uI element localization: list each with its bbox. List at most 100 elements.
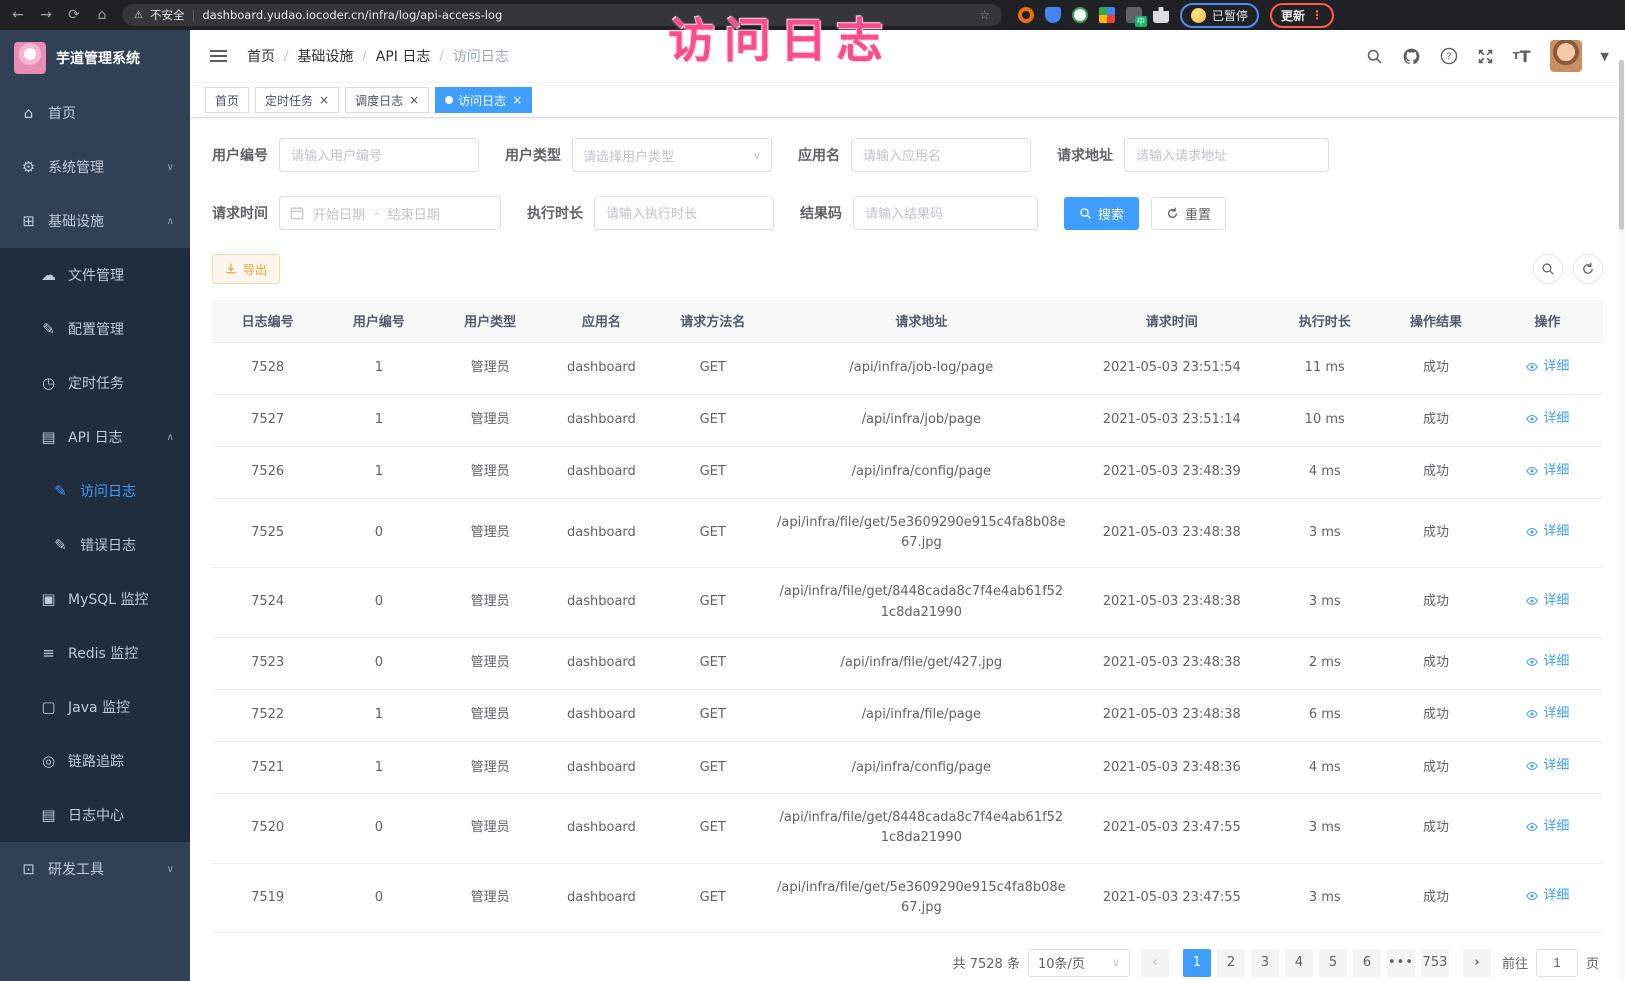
extension-green-icon[interactable] xyxy=(1072,7,1088,23)
font-size-icon[interactable]: TT xyxy=(1513,47,1531,66)
app-name-input[interactable] xyxy=(851,138,1031,172)
sidebar-item-access-log[interactable]: ✎访问日志 xyxy=(0,464,190,518)
sidebar-item-link-trace[interactable]: ◎链路追踪 xyxy=(0,734,190,788)
cell-user_type: 管理员 xyxy=(435,342,546,394)
tab-访问日志[interactable]: 访问日志× xyxy=(435,87,532,113)
detail-label: 详细 xyxy=(1543,409,1569,429)
breadcrumb-separator: / xyxy=(284,49,288,64)
pager-page-5[interactable]: 5 xyxy=(1319,949,1347,977)
extension-orange-icon[interactable] xyxy=(1018,7,1034,23)
toggle-search-button[interactable] xyxy=(1533,254,1563,284)
pager-page-753[interactable]: 753 xyxy=(1421,949,1449,977)
sidebar-item-mysql-monitor[interactable]: ▣MySQL 监控 xyxy=(0,572,190,626)
detail-link[interactable]: 详细 xyxy=(1525,591,1569,611)
tab-首页[interactable]: 首页 xyxy=(205,87,249,113)
not-secure-label: 不安全 xyxy=(150,7,185,23)
log-center-icon: ▤ xyxy=(40,806,57,824)
update-label: 更新 xyxy=(1281,7,1305,24)
sidebar-logo: 芋道管理系统 xyxy=(0,30,190,86)
sidebar-item-label: 研发工具 xyxy=(48,859,104,879)
browser-home-icon[interactable]: ⌂ xyxy=(94,7,110,23)
search-icon[interactable] xyxy=(1366,48,1383,65)
detail-link[interactable]: 详细 xyxy=(1525,886,1569,906)
hamburger-icon[interactable] xyxy=(206,46,231,66)
search-icon xyxy=(1541,262,1555,276)
sidebar-item-java-monitor[interactable]: ▢Java 监控 xyxy=(0,680,190,734)
export-button[interactable]: 导出 xyxy=(212,254,280,284)
pager-page-4[interactable]: 4 xyxy=(1285,949,1313,977)
update-button[interactable]: 更新 ⋮ xyxy=(1270,3,1334,28)
sidebar-item-redis-monitor[interactable]: ≡Redis 监控 xyxy=(0,626,190,680)
request-url-input[interactable] xyxy=(1124,138,1329,172)
sidebar-item-home[interactable]: ⌂首页 xyxy=(0,86,190,140)
browser-menu-icon[interactable]: ⋮ xyxy=(1311,8,1323,22)
end-date-placeholder: 结束日期 xyxy=(388,204,440,223)
cell-id: 7528 xyxy=(212,342,323,394)
pager-ellipsis[interactable]: ••• xyxy=(1387,949,1415,977)
sidebar-item-scheduled-job[interactable]: ◷定时任务 xyxy=(0,356,190,410)
jump-page-input[interactable] xyxy=(1536,949,1578,977)
tab-定时任务[interactable]: 定时任务× xyxy=(255,87,339,113)
user-avatar[interactable] xyxy=(1550,40,1582,72)
tab-调度日志[interactable]: 调度日志× xyxy=(345,87,429,113)
browser-forward-icon[interactable]: → xyxy=(38,7,54,23)
help-icon[interactable]: ? xyxy=(1440,47,1458,65)
close-icon[interactable]: × xyxy=(319,93,329,107)
breadcrumb-item[interactable]: API 日志 xyxy=(376,46,431,66)
sidebar-item-file-manage[interactable]: ☁文件管理 xyxy=(0,248,190,302)
cell-duration: 3 ms xyxy=(1269,794,1380,863)
pager-page-1[interactable]: 1 xyxy=(1183,949,1211,977)
cell-user_type: 管理员 xyxy=(435,689,546,741)
sidebar-item-error-log[interactable]: ✎错误日志 xyxy=(0,518,190,572)
sidebar-item-log-center[interactable]: ▤日志中心 xyxy=(0,788,190,842)
sidebar-item-api-log[interactable]: ▤API 日志∧ xyxy=(0,410,190,464)
window-scrollbar[interactable] xyxy=(1618,60,1625,981)
refresh-table-button[interactable] xyxy=(1573,254,1603,284)
fullscreen-icon[interactable] xyxy=(1477,48,1494,65)
extension-grid-icon[interactable] xyxy=(1099,7,1115,23)
cell-result: 成功 xyxy=(1380,342,1491,394)
pager-prev-button[interactable]: ‹ xyxy=(1141,949,1169,977)
sidebar-item-infra[interactable]: ⊞基础设施∧ xyxy=(0,194,190,248)
cell-time: 2021-05-03 23:47:55 xyxy=(1074,863,1269,932)
avatar-caret-down-icon[interactable]: ▼ xyxy=(1601,50,1609,63)
translate-extension-icon[interactable] xyxy=(1126,7,1142,23)
pager-next-button[interactable]: › xyxy=(1463,949,1491,977)
breadcrumb-item[interactable]: 首页 xyxy=(247,46,275,66)
reset-button[interactable]: 重置 xyxy=(1151,197,1226,230)
user-type-select[interactable]: 请选择用户类型 ∨ xyxy=(572,138,772,172)
close-icon[interactable]: × xyxy=(512,93,522,107)
pager-page-2[interactable]: 2 xyxy=(1217,949,1245,977)
pager-page-6[interactable]: 6 xyxy=(1353,949,1381,977)
detail-link[interactable]: 详细 xyxy=(1525,704,1569,724)
detail-link[interactable]: 详细 xyxy=(1525,756,1569,776)
sidebar-item-system[interactable]: ⚙系统管理∨ xyxy=(0,140,190,194)
detail-link[interactable]: 详细 xyxy=(1525,357,1569,377)
cell-duration: 10 ms xyxy=(1269,394,1380,446)
browser-reload-icon[interactable]: ⟳ xyxy=(66,7,82,23)
extension-shield-icon[interactable] xyxy=(1045,7,1061,23)
github-icon[interactable] xyxy=(1402,47,1421,66)
search-button[interactable]: 搜索 xyxy=(1064,197,1139,230)
detail-link[interactable]: 详细 xyxy=(1525,409,1569,429)
extensions-puzzle-icon[interactable] xyxy=(1153,7,1169,23)
bookmark-star-icon[interactable]: ☆ xyxy=(979,8,990,22)
sidebar-item-dev-tools[interactable]: ⊡研发工具∨ xyxy=(0,842,190,896)
sidebar-item-config-manage[interactable]: ✎配置管理 xyxy=(0,302,190,356)
result-code-input[interactable] xyxy=(853,196,1038,230)
profile-chip[interactable]: 已暂停 xyxy=(1180,3,1259,28)
cell-action: 详细 xyxy=(1492,689,1603,741)
detail-link[interactable]: 详细 xyxy=(1525,461,1569,481)
user-id-input[interactable] xyxy=(279,138,479,172)
pager-page-3[interactable]: 3 xyxy=(1251,949,1279,977)
page-size-select[interactable]: 10条/页 ∨ xyxy=(1028,949,1130,977)
duration-input[interactable] xyxy=(594,196,774,230)
request-time-range-picker[interactable]: 开始日期 - 结束日期 xyxy=(279,196,501,230)
detail-link[interactable]: 详细 xyxy=(1525,522,1569,542)
breadcrumb-item[interactable]: 基础设施 xyxy=(297,46,353,66)
close-icon[interactable]: × xyxy=(409,93,419,107)
user-id-label: 用户编号 xyxy=(212,145,268,165)
browser-back-icon[interactable]: ← xyxy=(10,7,26,23)
detail-link[interactable]: 详细 xyxy=(1525,652,1569,672)
detail-link[interactable]: 详细 xyxy=(1525,817,1569,837)
